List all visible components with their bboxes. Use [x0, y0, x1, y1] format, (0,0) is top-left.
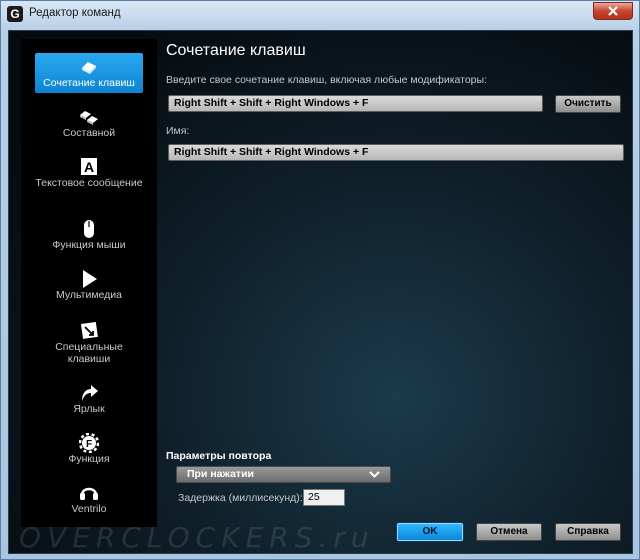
window-title: Редактор команд [29, 7, 121, 19]
chevron-down-icon [369, 471, 380, 478]
title-bar[interactable]: G Редактор команд [1, 1, 639, 27]
svg-text:A: A [84, 159, 94, 175]
help-button[interactable]: Справка [555, 523, 621, 541]
cancel-button[interactable]: Отмена [476, 523, 542, 541]
name-label: Имя: [166, 125, 190, 137]
clear-button[interactable]: Очистить [555, 95, 621, 113]
headset-icon [80, 487, 98, 500]
sidebar-item-text-block[interactable]: A Текстовое сообщение [35, 157, 143, 189]
svg-text:F: F [86, 439, 92, 450]
sidebar-item-label: Функция мыши [52, 239, 126, 251]
editor-content: OVERCLOCKERS.ru Сочетание клавиш Составн… [8, 30, 633, 554]
sidebar-item-multikey[interactable]: Составной [35, 107, 143, 139]
sidebar-item-label: Составной [62, 127, 116, 139]
keys-combo-icon [80, 111, 98, 125]
sidebar-item-mouse-function[interactable]: Функция мыши [35, 219, 143, 251]
sidebar-item-label: Специальные клавиши [55, 341, 123, 365]
page-title: Сочетание клавиш [166, 42, 306, 59]
keystroke-input[interactable]: Right Shift + Shift + Right Windows + F [168, 95, 543, 112]
sidebar-item-label: Ярлык [73, 403, 105, 415]
delay-input[interactable]: 25 [303, 489, 345, 506]
logitech-g-icon: G [7, 6, 23, 22]
sidebar-item-keystroke[interactable]: Сочетание клавиш [35, 53, 143, 93]
sidebar-item-ventrilo[interactable]: Ventrilo [35, 483, 143, 515]
sidebar-item-label: Функция [68, 453, 110, 465]
close-button[interactable] [593, 2, 633, 20]
sidebar-item-label: Мультимедиа [56, 289, 122, 301]
special-key-icon [80, 321, 98, 339]
sidebar-item-media[interactable]: Мультимедиа [35, 269, 143, 301]
mouse-icon [84, 220, 94, 238]
keystroke-prompt-label: Введите свое сочетание клавиш, включая л… [166, 74, 487, 86]
key-icon [82, 62, 96, 74]
sidebar-item-shortcut[interactable]: Ярлык [35, 383, 143, 415]
sidebar-item-special-keys[interactable]: Специальные клавиши [35, 321, 143, 365]
command-editor-window: G Редактор команд OVERCLOCKERS.ru Сочета… [0, 0, 640, 560]
command-type-sidebar: Сочетание клавиш Составной A Текстовое с… [21, 39, 157, 527]
repeat-options-label: Параметры повтора [166, 450, 272, 462]
sidebar-item-label: Сочетание клавиш [43, 77, 135, 89]
sidebar-item-function[interactable]: F Функция [35, 433, 143, 465]
delay-label: Задержка (миллисекунд): [178, 492, 303, 504]
repeat-mode-select[interactable]: При нажатии [176, 466, 391, 483]
function-gear-icon: F [79, 433, 99, 453]
sidebar-item-label: Текстовое сообщение [35, 177, 143, 189]
repeat-mode-value: При нажатии [187, 468, 254, 480]
sidebar-item-label: Ventrilo [71, 503, 107, 515]
close-icon [608, 6, 618, 16]
shortcut-arrow-icon [82, 385, 98, 401]
text-a-icon: A [81, 158, 97, 175]
ok-button[interactable]: OK [397, 523, 463, 541]
name-field[interactable]: Right Shift + Shift + Right Windows + F [168, 144, 624, 161]
play-icon [83, 270, 97, 288]
